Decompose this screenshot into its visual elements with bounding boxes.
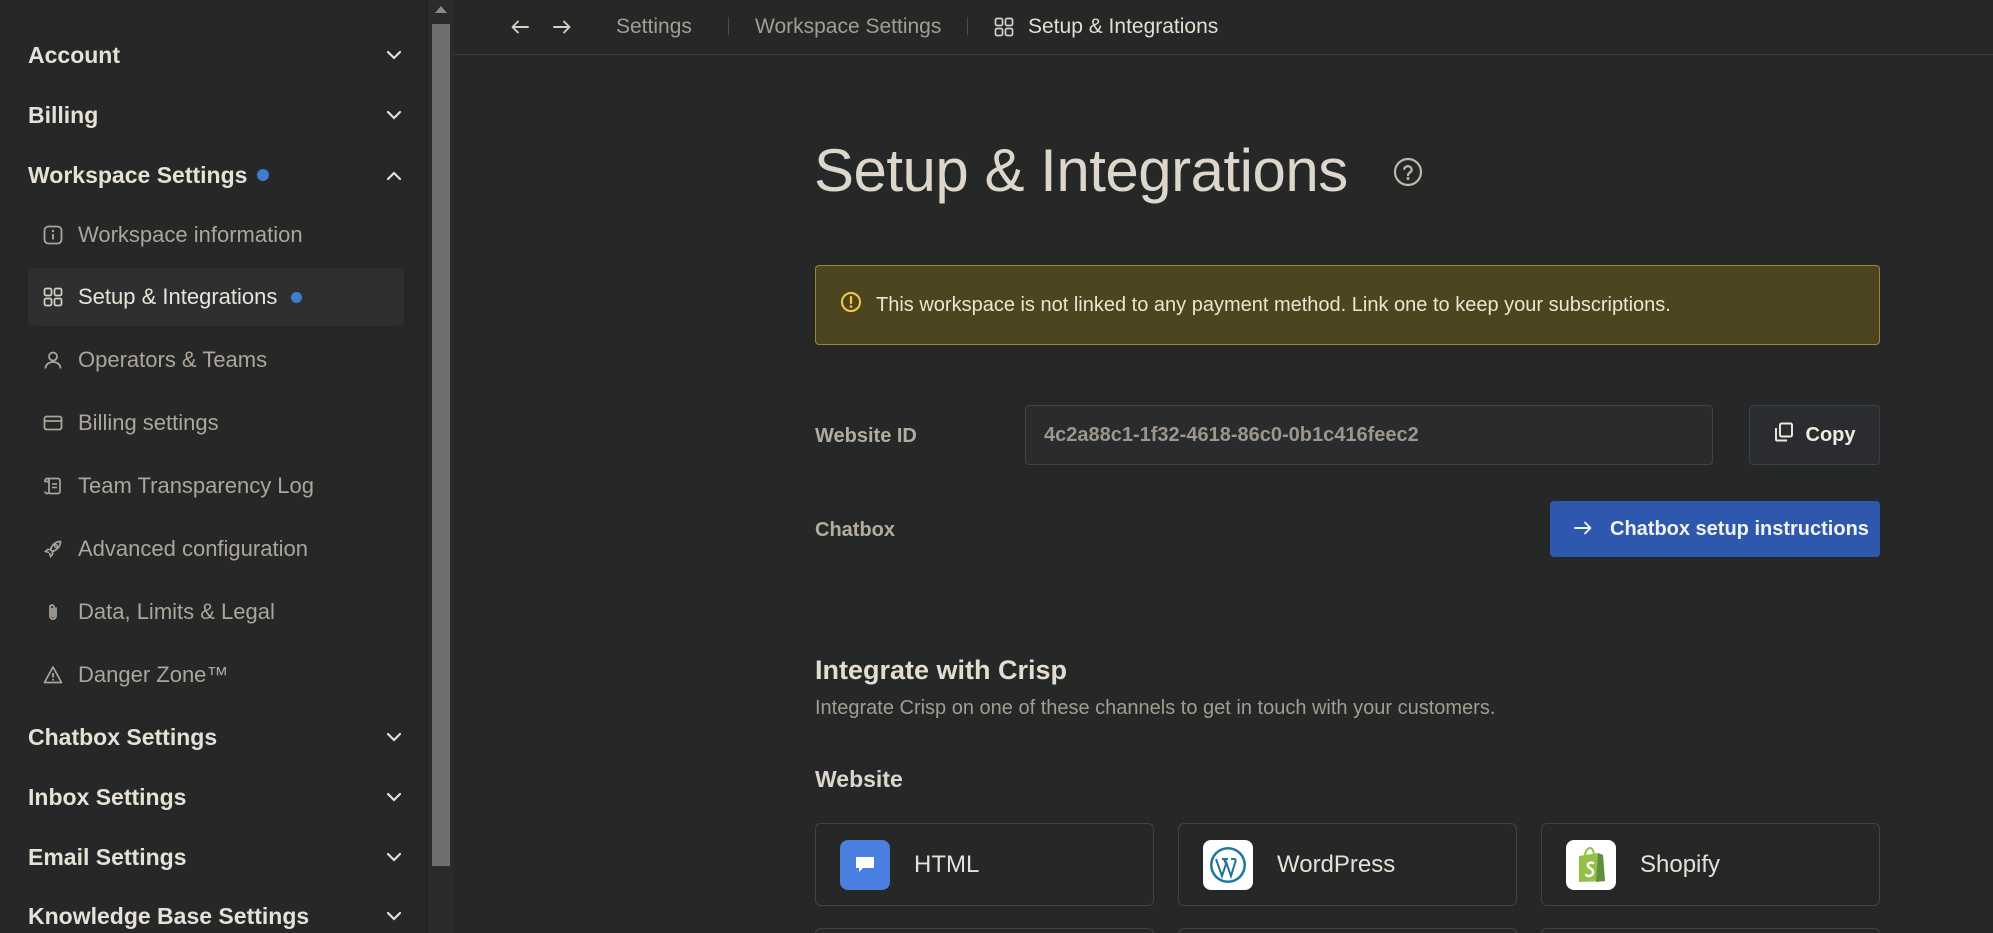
alert-circle-icon [840, 291, 862, 319]
integration-card-partial[interactable] [815, 928, 1154, 933]
breadcrumb-separator [967, 17, 968, 35]
integration-label: WordPress [1277, 850, 1396, 878]
sidebar-group-inbox-settings[interactable]: Inbox Settings [28, 777, 404, 817]
sidebar-group-chatbox-settings[interactable]: Chatbox Settings [28, 717, 404, 757]
chevron-up-icon [384, 165, 404, 185]
paperclip-icon [42, 601, 64, 623]
website-section-title: Website [815, 766, 903, 792]
chatbox-setup-instructions-button[interactable]: Chatbox setup instructions [1550, 501, 1880, 557]
copy-button[interactable]: Copy [1749, 405, 1880, 465]
sidebar-group-billing[interactable]: Billing [28, 95, 404, 135]
sidebar-item-team-transparency-log[interactable]: Team Transparency Log [28, 457, 404, 515]
integration-card-shopify[interactable]: Shopify [1541, 823, 1880, 906]
integration-label: HTML [914, 850, 980, 878]
chatbox-setup-instructions-label: Chatbox setup instructions [1610, 517, 1869, 540]
sidebar-item-danger-zone[interactable]: Danger Zone™ [28, 646, 404, 704]
integration-card-partial[interactable] [1178, 928, 1517, 933]
integration-card-wordpress[interactable]: WordPress [1178, 823, 1517, 906]
notification-dot [291, 291, 303, 303]
integration-card-partial[interactable] [1541, 928, 1880, 933]
integration-card-html[interactable]: HTML [815, 823, 1154, 906]
sidebar-item-billing-settings[interactable]: Billing settings [28, 394, 404, 452]
breadcrumb-separator [728, 17, 729, 35]
sidebar-item-label: Team Transparency Log [78, 473, 315, 498]
info-icon [42, 224, 64, 246]
wordpress-icon [1203, 839, 1253, 890]
sidebar-item-label: Danger Zone™ [78, 662, 229, 687]
scroll-icon [42, 475, 64, 497]
help-icon[interactable] [1393, 157, 1423, 187]
copy-button-label: Copy [1805, 423, 1856, 446]
chevron-down-icon [384, 847, 404, 867]
chevron-down-icon [384, 727, 404, 747]
arrow-right-icon [1574, 518, 1592, 541]
payment-warning-banner: This workspace is not linked to any paym… [815, 265, 1880, 345]
sidebar-group-label: Inbox Settings [28, 783, 187, 810]
sidebar-item-label: Setup & Integrations [78, 284, 278, 309]
top-navigation-bar: Settings Workspace Settings Setup & Inte… [453, 0, 1993, 55]
sidebar-scrollbar[interactable] [427, 0, 453, 933]
sidebar-item-advanced-configuration[interactable]: Advanced configuration [28, 520, 404, 578]
sidebar-item-label: Operators & Teams [78, 347, 268, 372]
scrollbar-thumb[interactable] [432, 24, 450, 866]
notification-dot [257, 169, 270, 181]
sidebar-item-label: Billing settings [78, 410, 219, 435]
sidebar-group-label: Chatbox Settings [28, 723, 218, 750]
breadcrumb-setup-integrations[interactable]: Setup & Integrations [1028, 15, 1218, 39]
website-id-label: Website ID [815, 425, 917, 447]
html-chat-icon [840, 839, 890, 890]
chevron-down-icon [384, 787, 404, 807]
copy-icon [1774, 422, 1794, 448]
chevron-down-icon [384, 906, 404, 926]
sidebar-group-label: Email Settings [28, 843, 187, 870]
rocket-icon [42, 538, 64, 560]
sidebar-item-label: Data, Limits & Legal [78, 599, 275, 624]
sidebar-group-workspace-settings[interactable]: Workspace Settings [28, 155, 404, 195]
sidebar-item-label: Advanced configuration [78, 536, 308, 561]
integration-label: Shopify [1640, 850, 1721, 878]
grid-icon [42, 286, 64, 308]
chevron-down-icon [384, 45, 404, 65]
sidebar-group-label: Workspace Settings [28, 161, 248, 188]
breadcrumb-workspace-settings[interactable]: Workspace Settings [755, 15, 941, 39]
credit-card-icon [42, 412, 64, 434]
integrate-section-title: Integrate with Crisp [815, 655, 1068, 685]
shopify-icon [1566, 839, 1616, 890]
grid-icon [994, 17, 1014, 42]
sidebar-item-label: Workspace information [78, 222, 303, 247]
sidebar-group-knowledge-base-settings[interactable]: Knowledge Base Settings [28, 896, 404, 933]
back-arrow-icon[interactable] [507, 14, 533, 40]
sidebar-item-operators-teams[interactable]: Operators & Teams [28, 331, 404, 389]
sidebar-group-label: Knowledge Base Settings [28, 902, 310, 929]
sidebar-group-email-settings[interactable]: Email Settings [28, 837, 404, 877]
settings-sidebar: Account Billing Workspace Settings Works… [0, 0, 427, 933]
forward-arrow-icon[interactable] [549, 14, 575, 40]
breadcrumb-settings[interactable]: Settings [616, 15, 692, 39]
user-icon [42, 349, 64, 371]
sidebar-item-setup-integrations[interactable]: Setup & Integrations [28, 268, 404, 326]
website-id-field[interactable]: 4c2a88c1-1f32-4618-86c0-0b1c416feec2 [1025, 405, 1713, 465]
warning-icon [42, 664, 64, 686]
scroll-up-arrow-icon[interactable] [435, 6, 447, 13]
chevron-down-icon [384, 105, 404, 125]
chatbox-label: Chatbox [815, 519, 895, 541]
sidebar-item-data-limits-legal[interactable]: Data, Limits & Legal [28, 583, 404, 641]
page-title: Setup & Integrations [814, 137, 1348, 204]
sidebar-group-label: Billing [28, 101, 99, 128]
sidebar-group-label: Account [28, 41, 120, 68]
integrate-section-description: Integrate Crisp on one of these channels… [815, 697, 1496, 719]
alert-text: This workspace is not linked to any paym… [876, 293, 1671, 316]
sidebar-item-workspace-information[interactable]: Workspace information [28, 206, 404, 264]
sidebar-group-account[interactable]: Account [28, 35, 404, 75]
